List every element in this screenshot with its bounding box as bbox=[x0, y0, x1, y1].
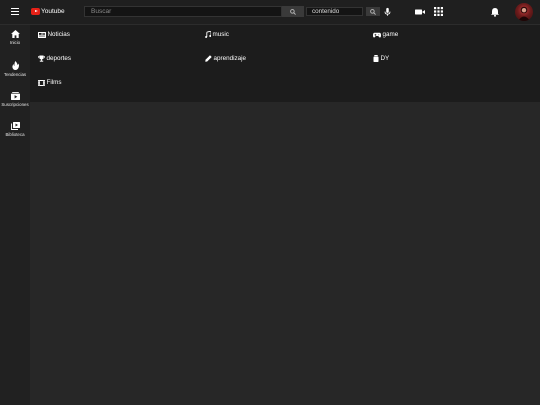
search-input[interactable]: Buscar bbox=[84, 6, 282, 17]
category-label: music bbox=[212, 31, 229, 38]
flame-icon bbox=[11, 61, 19, 70]
sidebar-item-tendencias[interactable]: Tendencias bbox=[0, 61, 30, 77]
music-note-icon bbox=[205, 31, 211, 38]
pencil-icon bbox=[205, 55, 212, 62]
content-select[interactable]: contenido bbox=[306, 7, 363, 16]
category-label: deportes bbox=[46, 55, 72, 62]
youtube-logo[interactable]: Youtube bbox=[31, 8, 65, 15]
search-icon bbox=[370, 8, 376, 15]
subscriptions-icon bbox=[10, 92, 20, 100]
apps-grid-icon[interactable] bbox=[434, 7, 443, 16]
video-camera-icon[interactable] bbox=[414, 7, 426, 17]
sidebar-item-label: Tendencias bbox=[3, 72, 27, 77]
film-icon bbox=[38, 79, 45, 86]
category-noticias[interactable]: Noticias bbox=[38, 31, 70, 38]
category-label: aprendizaje bbox=[213, 55, 247, 62]
menu-icon[interactable] bbox=[11, 8, 19, 15]
sidebar: Inicio Tendencias Suscripciones Bibliote… bbox=[0, 25, 30, 405]
library-icon bbox=[10, 122, 20, 130]
search-icon bbox=[290, 8, 296, 15]
sports-icon bbox=[38, 55, 45, 62]
newspaper-icon bbox=[38, 31, 46, 38]
home-icon bbox=[10, 30, 20, 38]
top-bar: Youtube Buscar contenido bbox=[0, 0, 540, 25]
sidebar-item-suscripciones[interactable]: Suscripciones bbox=[0, 92, 30, 107]
bell-icon[interactable] bbox=[490, 7, 500, 17]
gamepad-icon bbox=[373, 32, 381, 38]
avatar-figure bbox=[518, 6, 530, 21]
sidebar-item-label: Suscripciones bbox=[1, 102, 29, 107]
category-music[interactable]: music bbox=[205, 31, 229, 38]
category-label: game bbox=[382, 31, 399, 38]
category-deportes[interactable]: deportes bbox=[38, 55, 71, 62]
search-button-secondary[interactable] bbox=[366, 7, 380, 16]
category-label: Noticias bbox=[47, 31, 70, 38]
avatar[interactable] bbox=[515, 3, 533, 21]
category-label: Films bbox=[46, 79, 62, 86]
category-films[interactable]: Films bbox=[38, 79, 62, 86]
youtube-play-icon bbox=[31, 8, 40, 15]
category-aprendizaje[interactable]: aprendizaje bbox=[205, 55, 246, 62]
sidebar-item-inicio[interactable]: Inicio bbox=[0, 30, 30, 45]
sidebar-item-label: Inicio bbox=[9, 40, 21, 45]
search-button[interactable] bbox=[282, 6, 304, 17]
category-game[interactable]: game bbox=[373, 31, 398, 38]
category-dy[interactable]: DY bbox=[373, 55, 389, 62]
categories-panel: Noticias music game deportes aprendizaje… bbox=[30, 25, 540, 102]
category-label: DY bbox=[380, 55, 390, 62]
jar-icon bbox=[373, 55, 379, 62]
logo-text: Youtube bbox=[41, 8, 65, 15]
sidebar-item-biblioteca[interactable]: Biblioteca bbox=[0, 122, 30, 137]
microphone-icon[interactable] bbox=[383, 7, 392, 17]
sidebar-item-label: Biblioteca bbox=[5, 132, 25, 137]
